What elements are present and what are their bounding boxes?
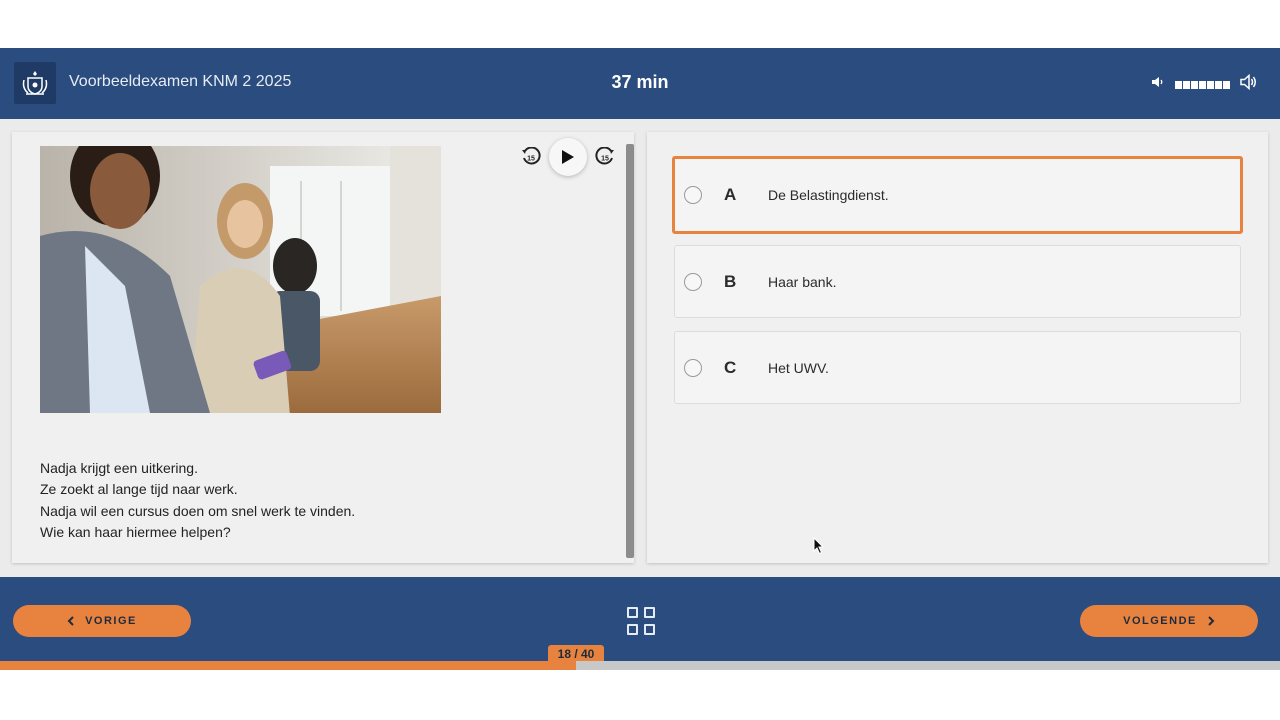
volume-step[interactable] xyxy=(1215,80,1222,89)
volume-step[interactable] xyxy=(1183,80,1190,89)
footer-bar: VORIGE VOLGENDE xyxy=(0,577,1280,661)
chevron-left-icon xyxy=(67,616,74,626)
mouse-cursor-icon xyxy=(813,536,825,560)
chevron-right-icon xyxy=(1208,616,1215,626)
exam-title: Voorbeeldexamen KNM 2 2025 xyxy=(69,73,292,90)
next-label: VOLGENDE xyxy=(1123,615,1197,627)
volume-control[interactable] xyxy=(1151,73,1258,95)
option-text: Het UWV. xyxy=(768,359,829,376)
option-letter: B xyxy=(724,271,737,291)
overview-grid-icon[interactable] xyxy=(627,607,655,635)
progress-fill xyxy=(0,661,576,670)
option-letter: A xyxy=(724,185,737,204)
radio-button[interactable] xyxy=(684,186,702,204)
question-photo xyxy=(40,146,441,413)
answer-panel: A De Belastingdienst. B Haar bank. C Het… xyxy=(647,132,1268,563)
answer-option-b[interactable]: B Haar bank. xyxy=(674,245,1241,318)
rewind-label: 15 xyxy=(527,156,535,163)
question-line: Wie kan haar hiermee helpen? xyxy=(40,523,231,540)
question-line: Nadja krijgt een uitkering. xyxy=(40,460,198,476)
radio-button[interactable] xyxy=(684,272,702,291)
volume-up-icon[interactable] xyxy=(1240,73,1258,95)
previous-label: VORIGE xyxy=(85,615,137,627)
play-icon xyxy=(562,150,574,164)
coat-of-arms-logo xyxy=(14,62,56,104)
radio-button[interactable] xyxy=(684,358,702,377)
option-letter: C xyxy=(724,357,737,377)
option-text: Haar bank. xyxy=(768,273,837,290)
option-text: De Belastingdienst. xyxy=(768,187,889,203)
answer-option-c[interactable]: C Het UWV. xyxy=(674,331,1241,404)
question-panel: 15 15 Nadja krijgt een uitkering. Ze zoe… xyxy=(12,132,634,563)
panel-scrollbar[interactable] xyxy=(626,144,634,558)
question-line: Ze zoekt al lange tijd naar werk. xyxy=(40,481,238,498)
audio-player: 15 15 xyxy=(520,138,616,176)
volume-step[interactable] xyxy=(1199,80,1206,89)
next-button[interactable]: VOLGENDE xyxy=(1080,605,1258,637)
answer-option-a[interactable]: A De Belastingdienst. xyxy=(672,156,1243,234)
volume-down-icon[interactable] xyxy=(1151,75,1165,94)
previous-button[interactable]: VORIGE xyxy=(13,605,191,637)
rewind-15-icon[interactable]: 15 xyxy=(520,146,542,168)
question-line: Nadja wil een cursus doen om snel werk t… xyxy=(40,502,356,519)
volume-step[interactable] xyxy=(1191,80,1198,89)
volume-level-slider[interactable] xyxy=(1175,80,1230,89)
volume-step[interactable] xyxy=(1175,80,1182,89)
volume-step[interactable] xyxy=(1223,80,1230,89)
timer: 37 min xyxy=(611,72,669,92)
forward-label: 15 xyxy=(601,156,609,163)
play-button[interactable] xyxy=(549,138,587,176)
question-text: Nadja krijgt een uitkering. Ze zoekt al … xyxy=(40,458,355,543)
forward-15-icon[interactable]: 15 xyxy=(594,146,616,168)
volume-step[interactable] xyxy=(1207,80,1214,89)
header-bar: Voorbeeldexamen KNM 2 2025 37 min xyxy=(0,48,1280,119)
exam-app: Voorbeeldexamen KNM 2 2025 37 min 15 15 … xyxy=(0,48,1280,670)
